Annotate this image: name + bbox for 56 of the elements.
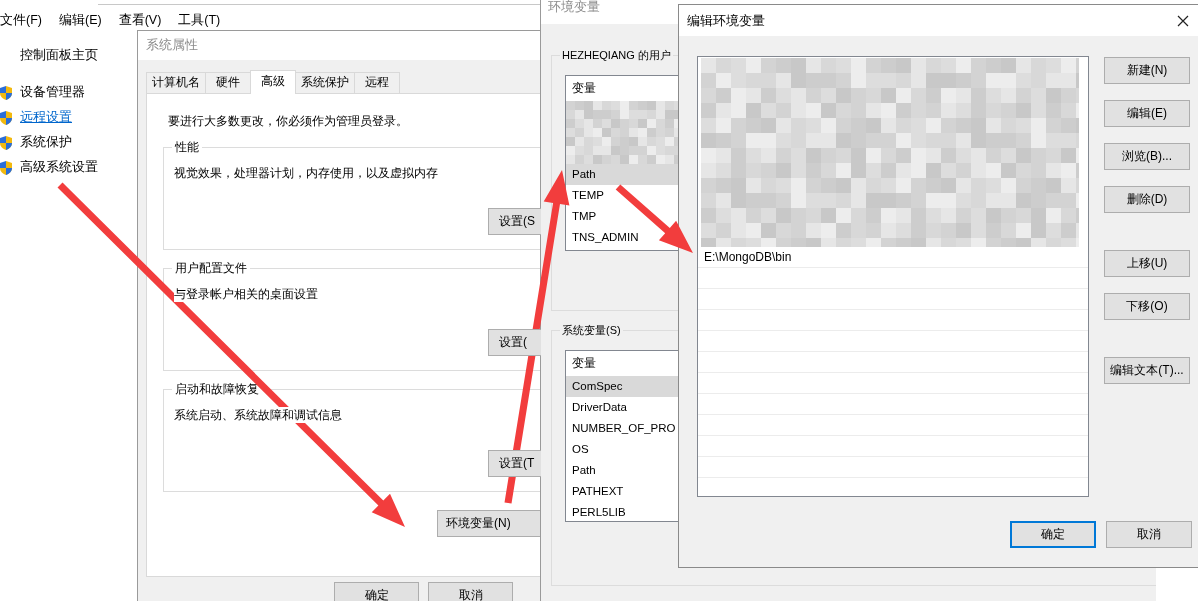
environment-variables-button[interactable]: 环境变量(N) [437, 510, 541, 537]
list-row[interactable]: DriverData [566, 397, 629, 418]
menu-item[interactable]: 文件(F) [0, 11, 42, 29]
dialog-button[interactable]: 编辑文本(T)... [1104, 357, 1190, 384]
list-row[interactable]: Path [566, 460, 598, 481]
shield-icon [0, 160, 12, 175]
list-row[interactable]: TMP [566, 206, 599, 227]
close-icon[interactable] [1177, 14, 1189, 27]
dialog-button[interactable]: 确定 [334, 582, 419, 601]
tab[interactable]: 远程 [354, 72, 400, 93]
settings-button[interactable]: 设置( [488, 329, 541, 356]
group-description: 系统启动、系统故障和调试信息 [174, 407, 342, 423]
sidebar-link[interactable]: 设备管理器 [20, 84, 85, 101]
notice-text: 要进行大多数更改，你必须作为管理员登录。 [167, 113, 409, 129]
list-row[interactable]: PATHEXT [566, 481, 626, 502]
shield-icon [0, 85, 12, 100]
list-row[interactable]: TEMP [566, 185, 606, 206]
group-title: 系统变量(S) [560, 322, 623, 338]
list-row[interactable]: OS [566, 439, 591, 460]
list-entry[interactable]: E:\MongoDB\bin [698, 247, 1088, 268]
dialog-button[interactable]: 上移(U) [1104, 250, 1190, 277]
settings-button[interactable]: 设置(S [488, 208, 541, 235]
dialog-button[interactable]: 浏览(B)... [1104, 143, 1190, 170]
group-title: 用户配置文件 [172, 260, 250, 276]
dialog-button[interactable]: 下移(O) [1104, 293, 1190, 320]
group-title: HEZHEQIANG 的用户 [560, 47, 673, 63]
column-header: 变量 [571, 356, 597, 371]
dialog-button[interactable]: 确定 [1010, 521, 1096, 548]
group-title: 性能 [172, 139, 202, 155]
dialog-button[interactable]: 取消 [1106, 521, 1192, 548]
tab[interactable]: 高级 [250, 70, 296, 94]
window-title: 系统属性 [138, 31, 541, 60]
menu-item[interactable]: 编辑(E) [58, 11, 102, 29]
dialog-button[interactable]: 取消 [428, 582, 513, 601]
list-row[interactable]: NUMBER_OF_PRO [566, 418, 678, 439]
column-header: 变量 [571, 81, 597, 96]
dialog-button[interactable]: 编辑(E) [1104, 100, 1190, 127]
menu-item[interactable]: 工具(T) [178, 11, 221, 29]
dialog-button[interactable]: 新建(N) [1104, 57, 1190, 84]
list-row[interactable]: TNS_ADMIN [566, 227, 641, 248]
list-row[interactable]: Path [566, 164, 678, 185]
sidebar-link[interactable]: 远程设置 [20, 109, 72, 126]
sidebar-link[interactable]: 控制面板主页 [20, 47, 98, 63]
tab[interactable]: 计算机名 [146, 72, 206, 93]
shield-icon [0, 110, 12, 125]
group-description: 视觉效果，处理器计划，内存使用，以及虚拟内存 [174, 165, 438, 181]
menu-item[interactable]: 查看(V) [118, 11, 162, 29]
dialog-button[interactable]: 删除(D) [1104, 186, 1190, 213]
list-row[interactable]: ComSpec [566, 376, 678, 397]
sidebar-link[interactable]: 高级系统设置 [20, 159, 98, 176]
settings-button[interactable]: 设置(T [488, 450, 541, 477]
shield-icon [0, 135, 12, 150]
group-title: 启动和故障恢复 [172, 381, 262, 397]
sidebar-link[interactable]: 系统保护 [20, 134, 72, 151]
list-row[interactable]: PERL5LIB [566, 502, 628, 521]
group-description: 与登录帐户相关的桌面设置 [174, 286, 318, 302]
